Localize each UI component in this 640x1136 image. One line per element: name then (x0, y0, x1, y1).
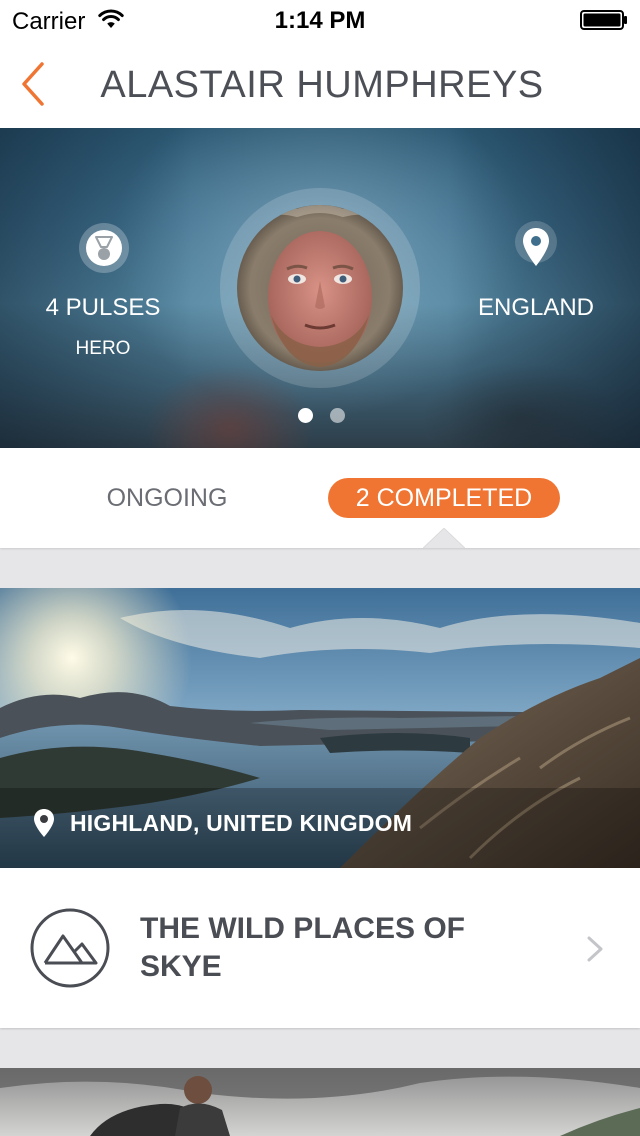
clock: 1:14 PM (274, 7, 366, 34)
medal-icon (79, 223, 129, 273)
page-dot-active[interactable] (298, 408, 313, 423)
screen: Carrier 1:14 PM ALASTAIR HUMPHREYS 4 PUL… (0, 0, 640, 1136)
rank-label: HERO (75, 338, 131, 359)
tab-bar: ONGOING 2 COMPLETED (0, 448, 640, 548)
landscape-image (0, 1068, 640, 1136)
location-pin-icon (515, 221, 557, 266)
card-location: HIGHLAND, UNITED KINGDOM (70, 810, 413, 836)
chevron-right-icon (587, 936, 603, 962)
avatar[interactable] (237, 205, 403, 371)
profile-header: 4 PULSES HERO ENGLAND (0, 128, 640, 448)
card-title: THE WILD PLACES OF SKYE (140, 912, 465, 983)
adventure-card[interactable]: THE WILD PLACES OF SKYE (0, 868, 640, 1028)
page-dot[interactable] (330, 408, 345, 423)
pulses-count: 4 PULSES (45, 294, 161, 321)
page-indicator (296, 408, 346, 424)
profile-location: ENGLAND (477, 294, 595, 321)
navigation-bar: ALASTAIR HUMPHREYS (0, 40, 640, 128)
tab-completed[interactable]: 2 COMPLETED (328, 478, 560, 518)
page-title: ALASTAIR HUMPHREYS (100, 64, 544, 106)
card-photo[interactable] (0, 1068, 640, 1136)
status-bar: Carrier 1:14 PM (0, 0, 640, 40)
card-photo[interactable]: HIGHLAND, UNITED KINGDOM (0, 588, 640, 868)
battery-icon (580, 10, 627, 30)
tab-ongoing[interactable]: ONGOING (66, 478, 268, 518)
tab-pointer-icon (423, 528, 465, 549)
mountain-icon (30, 908, 110, 988)
